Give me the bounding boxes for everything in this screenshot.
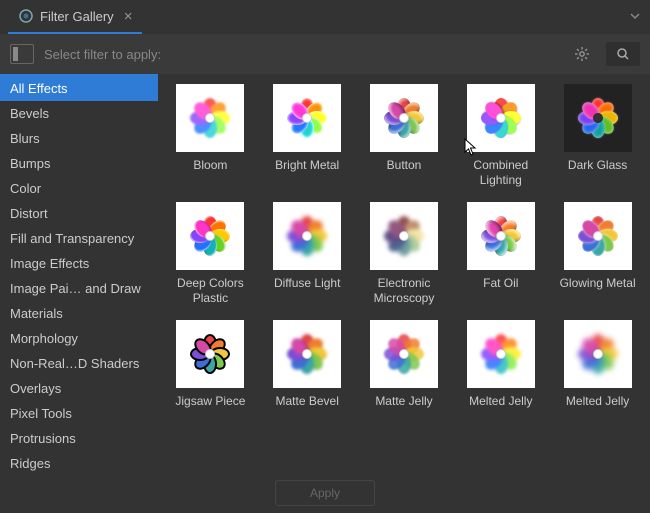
filter-thumbnail [273, 320, 341, 388]
filter-grid-area: Bloom Bright Metal Button Combined Lighting… [158, 74, 650, 473]
filter-label: Melted Jelly [566, 394, 629, 409]
filter-item-jigsaw-piece[interactable]: Jigsaw Piece [164, 320, 257, 409]
sidebar-item-all-effects[interactable]: All Effects [0, 76, 158, 101]
sidebar: All EffectsBevelsBlursBumpsColorDistortF… [0, 74, 158, 473]
sidebar-item-fill-and-transparency[interactable]: Fill and Transparency [0, 226, 158, 251]
filter-label: Combined Lighting [460, 158, 542, 188]
filter-thumbnail [370, 84, 438, 152]
filter-label: Deep Colors Plastic [169, 276, 251, 306]
sidebar-item-image-effects[interactable]: Image Effects [0, 251, 158, 276]
search-button[interactable] [606, 42, 640, 66]
filter-thumbnail [273, 202, 341, 270]
sidebar-item-bumps[interactable]: Bumps [0, 151, 158, 176]
tab-title: Filter Gallery [40, 9, 114, 24]
filter-label: Diffuse Light [274, 276, 341, 291]
filter-thumbnail [564, 320, 632, 388]
filter-item-bright-metal[interactable]: Bright Metal [261, 84, 354, 188]
sidebar-item-materials[interactable]: Materials [0, 301, 158, 326]
panel-toggle-button[interactable] [10, 44, 34, 64]
sidebar-item-bevels[interactable]: Bevels [0, 101, 158, 126]
filter-thumbnail [176, 84, 244, 152]
filter-thumbnail [564, 202, 632, 270]
sidebar-item-non-real-d-shaders[interactable]: Non-Real…D Shaders [0, 351, 158, 376]
toolbar-prompt: Select filter to apply: [44, 47, 558, 62]
sidebar-item-overlays[interactable]: Overlays [0, 376, 158, 401]
gear-icon[interactable] [568, 42, 596, 66]
sidebar-item-image-pai-and-draw[interactable]: Image Pai… and Draw [0, 276, 158, 301]
sidebar-item-protrusions[interactable]: Protrusions [0, 426, 158, 451]
chevron-down-icon[interactable] [628, 9, 642, 26]
filter-thumbnail [370, 202, 438, 270]
filter-label: Dark Glass [568, 158, 627, 173]
filter-label: Bloom [193, 158, 227, 173]
filter-thumbnail [564, 84, 632, 152]
sidebar-item-morphology[interactable]: Morphology [0, 326, 158, 351]
filter-label: Jigsaw Piece [175, 394, 245, 409]
filter-label: Electronic Microscopy [363, 276, 445, 306]
filter-thumbnail [176, 202, 244, 270]
filter-label: Melted Jelly [469, 394, 532, 409]
close-icon[interactable]: × [124, 9, 133, 24]
search-icon [616, 47, 630, 61]
filter-label: Glowing Metal [560, 276, 636, 291]
filter-item-glowing-metal[interactable]: Glowing Metal [551, 202, 644, 306]
filter-item-matte-bevel[interactable]: Matte Bevel [261, 320, 354, 409]
tab-filter-gallery[interactable]: Filter Gallery × [8, 0, 142, 34]
filter-item-combined-lighting[interactable]: Combined Lighting [454, 84, 547, 188]
sidebar-item-ridges[interactable]: Ridges [0, 451, 158, 473]
filter-item-melted-jelly[interactable]: Melted Jelly [551, 320, 644, 409]
filter-item-dark-glass[interactable]: Dark Glass [551, 84, 644, 188]
filter-item-fat-oil[interactable]: Fat Oil [454, 202, 547, 306]
filter-item-melted-jelly[interactable]: Melted Jelly [454, 320, 547, 409]
sidebar-item-blurs[interactable]: Blurs [0, 126, 158, 151]
titlebar: Filter Gallery × [0, 0, 650, 34]
filter-item-deep-colors-plastic[interactable]: Deep Colors Plastic [164, 202, 257, 306]
filter-thumbnail [467, 320, 535, 388]
sidebar-item-color[interactable]: Color [0, 176, 158, 201]
filter-thumbnail [176, 320, 244, 388]
filter-label: Matte Jelly [375, 394, 432, 409]
footer: Apply [0, 473, 650, 513]
filter-label: Fat Oil [483, 276, 518, 291]
filter-item-electronic-microscopy[interactable]: Electronic Microscopy [358, 202, 451, 306]
sidebar-item-pixel-tools[interactable]: Pixel Tools [0, 401, 158, 426]
filter-item-bloom[interactable]: Bloom [164, 84, 257, 188]
filter-item-diffuse-light[interactable]: Diffuse Light [261, 202, 354, 306]
filter-thumbnail [370, 320, 438, 388]
toolbar: Select filter to apply: [0, 34, 650, 74]
filter-thumbnail [467, 84, 535, 152]
filter-label: Button [387, 158, 422, 173]
filter-gallery-icon [18, 8, 34, 24]
filter-item-button[interactable]: Button [358, 84, 451, 188]
filter-label: Matte Bevel [276, 394, 339, 409]
filter-item-matte-jelly[interactable]: Matte Jelly [358, 320, 451, 409]
filter-thumbnail [467, 202, 535, 270]
sidebar-item-distort[interactable]: Distort [0, 201, 158, 226]
apply-button[interactable]: Apply [275, 480, 375, 506]
filter-thumbnail [273, 84, 341, 152]
filter-label: Bright Metal [275, 158, 339, 173]
